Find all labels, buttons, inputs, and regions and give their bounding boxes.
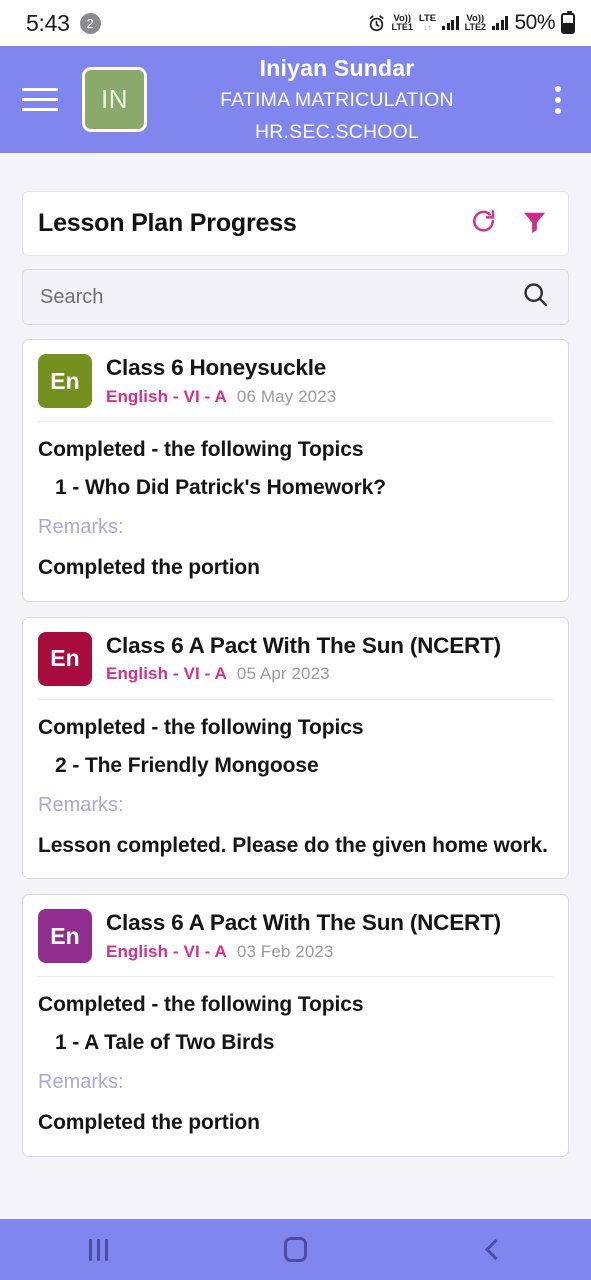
lesson-title: Class 6 A Pact With The Sun (NCERT)	[106, 910, 501, 936]
remarks-label: Remarks:	[38, 793, 124, 816]
card-header-text: Class 6 A Pact With The Sun (NCERT) Engl…	[106, 909, 553, 962]
hamburger-menu-icon[interactable]	[22, 88, 58, 111]
lesson-plan-card[interactable]: En Class 6 Honeysuckle English - VI - A …	[22, 339, 569, 602]
card-header-text: Class 6 Honeysuckle English - VI - A 06 …	[106, 354, 553, 407]
signal-bars-sim1-icon	[442, 16, 459, 30]
lesson-date: 06 May 2023	[236, 386, 337, 406]
app-bar: IN Iniyan Sundar FATIMA MATRICULATION HR…	[0, 46, 591, 153]
lesson-meta: English - VI - A 03 Feb 2023	[106, 942, 553, 962]
card-header: En Class 6 A Pact With The Sun (NCERT) E…	[38, 909, 553, 978]
status-bar-left: 5:43 2	[26, 10, 101, 37]
search-icon[interactable]	[522, 281, 549, 313]
recents-icon	[89, 1238, 108, 1261]
topic-item: 1 - Who Did Patrick's Homework?	[55, 476, 386, 499]
refresh-icon[interactable]	[470, 208, 497, 240]
status-bar: 5:43 2 Vo)) LTE1 LTE ↓↑ Vo)) LTE2 50%	[0, 0, 591, 46]
search-input[interactable]	[40, 285, 522, 309]
subject-badge: En	[38, 909, 92, 964]
lesson-title: Class 6 A Pact With The Sun (NCERT)	[106, 632, 501, 658]
lesson-meta: English - VI - A 06 May 2023	[106, 387, 553, 407]
status-clock: 5:43	[26, 9, 70, 36]
lte-network-icon: LTE ↓↑	[418, 12, 437, 32]
kebab-menu-icon[interactable]	[543, 85, 573, 114]
topic-item: 1 - A Tale of Two Birds	[55, 1031, 275, 1055]
page-title: Lesson Plan Progress	[38, 209, 297, 237]
remarks-text: Lesson completed. Please do the given ho…	[38, 833, 548, 857]
remarks-label: Remarks:	[38, 516, 124, 538]
battery-percent-label: 50%	[514, 11, 555, 34]
user-name: Iniyan Sundar	[259, 54, 415, 81]
volte-sim2-icon: Vo)) LTE2	[464, 12, 486, 33]
subject-badge: En	[38, 354, 92, 408]
lesson-meta: English - VI - A 05 Apr 2023	[106, 664, 553, 684]
completion-status: Completed - the following Topics	[38, 715, 364, 739]
volte-sim1-icon: Vo)) LTE1	[391, 12, 413, 33]
remarks-text: Completed the portion	[38, 556, 260, 579]
remarks-text: Completed the portion	[38, 1111, 260, 1135]
signal-bars-sim2-icon	[491, 16, 509, 30]
completion-status: Completed - the following Topics	[38, 438, 364, 461]
topic-item: 2 - The Friendly Mongoose	[55, 753, 319, 777]
lesson-title: Class 6 Honeysuckle	[106, 355, 327, 380]
lesson-plan-list: En Class 6 Honeysuckle English - VI - A …	[22, 339, 569, 1157]
notification-count-badge: 2	[79, 12, 101, 34]
status-bar-right: Vo)) LTE1 LTE ↓↑ Vo)) LTE2 50%	[367, 10, 575, 35]
filter-funnel-icon[interactable]	[521, 208, 548, 240]
school-name-line2: HR.SEC.SCHOOL	[254, 120, 420, 143]
lesson-date: 03 Feb 2023	[236, 941, 334, 961]
class-info: English - VI - A	[106, 386, 227, 406]
back-button[interactable]	[394, 1238, 591, 1261]
school-name-line1: FATIMA MATRICULATION	[220, 89, 454, 112]
lesson-plan-card[interactable]: En Class 6 A Pact With The Sun (NCERT) E…	[22, 616, 569, 880]
card-header: En Class 6 A Pact With The Sun (NCERT) E…	[38, 631, 553, 700]
class-info: English - VI - A	[106, 941, 227, 961]
page-title-card: Lesson Plan Progress	[22, 191, 569, 256]
class-info: English - VI - A	[106, 664, 227, 684]
lesson-plan-card[interactable]: En Class 6 A Pact With The Sun (NCERT) E…	[22, 894, 569, 1157]
app-bar-titles: Iniyan Sundar FATIMA MATRICULATION HR.SE…	[137, 51, 543, 149]
panel-actions	[470, 208, 548, 240]
remarks-label: Remarks:	[38, 1071, 124, 1094]
battery-icon	[561, 10, 575, 34]
lesson-date: 05 Apr 2023	[236, 664, 330, 684]
completion-status: Completed - the following Topics	[38, 993, 364, 1017]
card-header: En Class 6 Honeysuckle English - VI - A …	[38, 354, 553, 422]
system-navigation-bar	[0, 1219, 591, 1280]
subject-badge: En	[38, 631, 92, 686]
home-button[interactable]	[197, 1237, 394, 1262]
back-icon	[484, 1238, 506, 1261]
main-content: Lesson Plan Progress Search En Class 6 H…	[0, 153, 591, 1219]
alarm-clock-icon	[367, 14, 386, 33]
recents-button[interactable]	[0, 1238, 197, 1261]
home-icon	[284, 1237, 307, 1262]
card-header-text: Class 6 A Pact With The Sun (NCERT) Engl…	[106, 632, 553, 685]
search-bar[interactable]	[22, 269, 569, 325]
